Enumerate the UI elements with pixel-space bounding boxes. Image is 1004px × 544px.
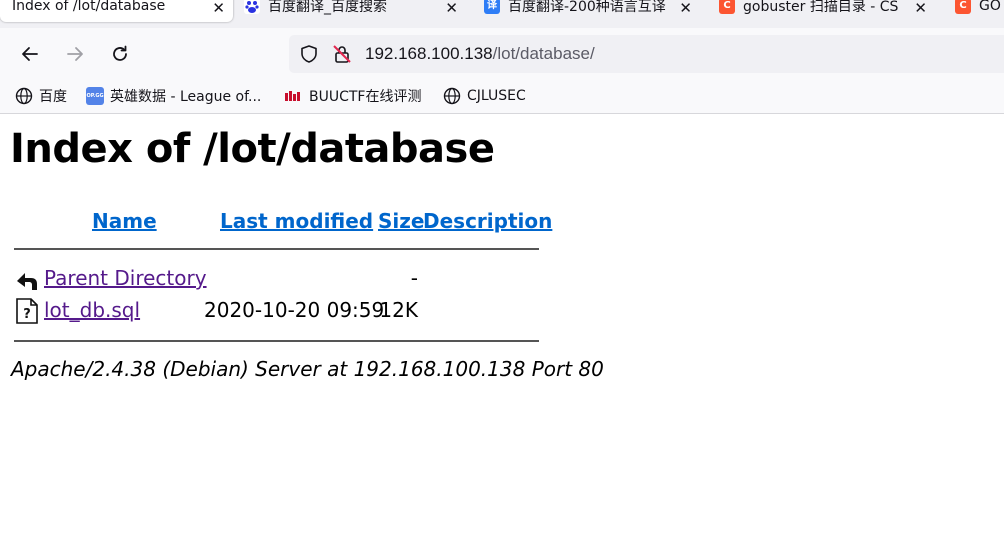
bookmark-label: 百度 [39,89,67,105]
tab-title: 百度翻译_百度搜索 [268,0,387,15]
tab-go[interactable]: C GO [955,0,1004,22]
tab-strip: Index of /lot/database ✕ 百度翻译_百度搜索 ✕ 译 百… [0,0,1004,28]
table-row: ? lot_db.sql 2020-10-20 09:59 12K [0,296,600,326]
buuctf-icon [285,87,301,105]
svg-text:?: ? [23,307,31,322]
insecure-lock-icon[interactable] [332,44,352,68]
divider [14,248,539,250]
file-size: - [410,266,418,290]
table-row: Parent Directory - [0,264,600,294]
tab-title: Index of /lot/database [12,0,166,14]
page-content: Index of /lot/database Name Last modifie… [0,114,1004,544]
navigation-bar: 192.168.100.138/lot/database/ [0,28,1004,80]
divider [14,340,539,342]
tab-gobuster-csdn[interactable]: C gobuster 扫描目录 - CS ✕ [719,0,931,22]
csdn-icon: C [955,0,971,14]
url-text[interactable]: 192.168.100.138/lot/database/ [365,44,595,64]
baidu-paw-icon [244,0,260,14]
csdn-icon: C [719,0,735,14]
tab-baidu-translate[interactable]: 译 百度翻译-200种语言互译 ✕ [484,0,694,22]
bookmark-label: 英雄数据 - League of... [110,89,262,105]
tab-title: GO [979,0,1001,14]
forward-button[interactable] [59,38,91,70]
close-icon[interactable]: ✕ [914,0,927,17]
unknown-file-icon: ? [14,298,40,324]
back-arrow-icon [22,47,38,61]
bookmarks-bar: 百度 OP.GG 英雄数据 - League of... BUUCTF在线评测 … [0,80,1004,114]
globe-icon [15,87,33,105]
tab-title: 百度翻译-200种语言互译 [508,0,666,15]
file-size: 12K [379,298,418,322]
address-bar[interactable]: 192.168.100.138/lot/database/ [289,35,1004,73]
baidu-translate-icon: 译 [484,0,500,14]
tab-title: gobuster 扫描目录 - CS [743,0,899,15]
bookmark-cjlusec[interactable]: CJLUSEC [443,86,526,106]
close-icon[interactable]: ✕ [212,0,225,17]
back-arrow-icon [14,266,40,292]
globe-icon [443,87,461,105]
tab-baidu-search[interactable]: 百度翻译_百度搜索 ✕ [244,0,466,22]
bookmark-league-of-legends[interactable]: OP.GG 英雄数据 - League of... [86,86,261,106]
bookmark-buuctf[interactable]: BUUCTF在线评测 [285,86,421,106]
tracking-protection-shield-icon[interactable] [299,44,319,68]
forward-arrow-icon [67,47,83,61]
server-signature: Apache/2.4.38 (Debian) Server at 192.168… [11,357,604,381]
page-title: Index of /lot/database [10,126,495,172]
file-link-lot-db-sql[interactable]: lot_db.sql [44,298,140,322]
column-last-modified-link[interactable]: Last modified [220,209,373,233]
back-button[interactable] [14,38,46,70]
tab-index-of-lot-database[interactable]: Index of /lot/database ✕ [0,0,233,22]
column-description-link[interactable]: Description [423,209,552,233]
close-icon[interactable]: ✕ [679,0,692,17]
opgg-icon: OP.GG [86,87,104,105]
column-name-link[interactable]: Name [92,209,157,233]
bookmark-baidu[interactable]: 百度 [15,86,67,106]
url-host: 192.168.100.138 [365,44,493,63]
close-icon[interactable]: ✕ [445,0,458,17]
bookmark-label: CJLUSEC [467,88,526,104]
bookmark-label: BUUCTF在线评测 [309,89,422,105]
url-path: /lot/database/ [492,44,595,63]
modified-date: 2020-10-20 09:59 [204,298,385,322]
reload-button[interactable] [104,38,136,70]
column-size-link[interactable]: Size [378,209,424,233]
parent-directory-link[interactable]: Parent Directory [44,266,207,290]
reload-icon [113,45,127,61]
